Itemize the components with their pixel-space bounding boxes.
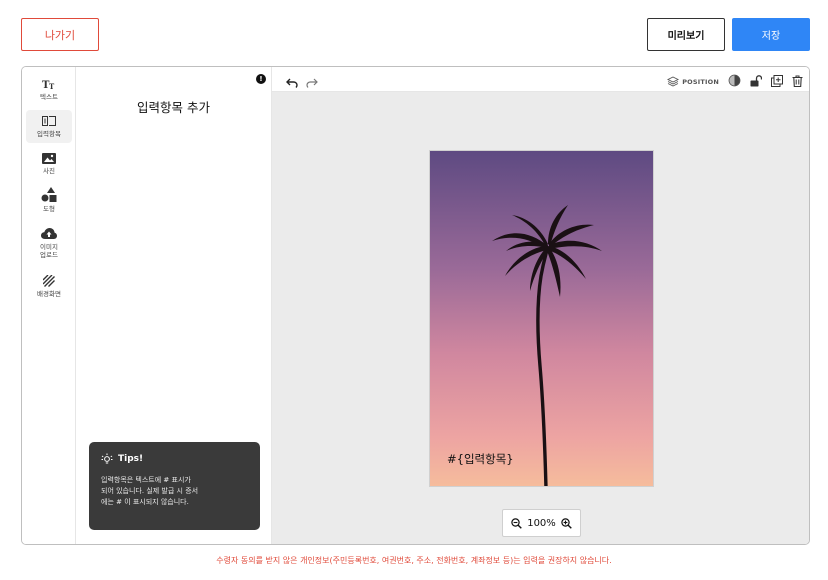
layers-icon xyxy=(667,76,680,87)
unlock-icon[interactable] xyxy=(750,72,763,91)
tips-title: Tips! xyxy=(118,454,144,464)
tool-sidebar: TT 텍스트 입력항목 사진 도형 이미지 업로드 배경화면 xyxy=(22,67,76,544)
tool-image-upload-label: 이미지 업로드 xyxy=(40,243,58,259)
save-button[interactable]: 저장 xyxy=(732,18,810,51)
text-icon: TT xyxy=(42,77,56,91)
tool-shapes-label: 도형 xyxy=(43,205,55,213)
tool-input-field-label: 입력항목 xyxy=(37,130,61,138)
undo-icon[interactable] xyxy=(286,73,298,92)
tool-image[interactable]: 사진 xyxy=(26,151,72,179)
tips-box: Tips! 입력항목은 텍스트에 # 표시가 되어 있습니다. 실제 발급 시 … xyxy=(89,442,260,530)
trash-icon[interactable] xyxy=(792,72,803,91)
svg-text:T: T xyxy=(49,82,55,90)
zoom-in-icon[interactable] xyxy=(561,517,572,529)
zoom-value: 100% xyxy=(527,517,556,529)
position-button[interactable]: POSITION xyxy=(667,76,719,87)
info-icon[interactable]: ! xyxy=(256,74,266,84)
image-icon xyxy=(42,151,56,165)
opacity-icon[interactable] xyxy=(728,72,741,91)
editor-frame: TT 텍스트 입력항목 사진 도형 이미지 업로드 배경화면 ! 입력항목 추가… xyxy=(21,66,810,545)
canvas-area: POSITION #{입력항목} 100% xyxy=(272,67,809,544)
canvas-toolbar: POSITION xyxy=(272,67,809,92)
tool-input-field[interactable]: 입력항목 xyxy=(26,110,72,143)
tool-text-label: 텍스트 xyxy=(40,93,58,101)
cloud-upload-icon xyxy=(41,227,57,241)
palm-tree-photo xyxy=(430,151,653,486)
position-label: POSITION xyxy=(682,77,719,86)
tool-image-upload[interactable]: 이미지 업로드 xyxy=(26,227,72,263)
tool-background[interactable]: 배경화면 xyxy=(26,274,72,302)
shapes-icon xyxy=(41,187,57,203)
exit-button[interactable]: 나가기 xyxy=(21,18,99,51)
lightbulb-icon xyxy=(101,453,113,465)
tool-image-label: 사진 xyxy=(43,167,55,175)
tool-background-label: 배경화면 xyxy=(37,290,61,298)
input-field-panel: ! 입력항목 추가 Tips! 입력항목은 텍스트에 # 표시가 되어 있습니다… xyxy=(76,67,272,544)
privacy-notice: 수령자 동의를 받지 않은 개인정보(주민등록번호, 여권번호, 주소, 전화번… xyxy=(216,556,612,565)
duplicate-icon[interactable] xyxy=(771,72,783,91)
redo-icon[interactable] xyxy=(306,73,318,92)
background-pattern-icon xyxy=(43,274,55,288)
tips-body: 입력항목은 텍스트에 # 표시가 되어 있습니다. 실제 발급 시 증서 에는 … xyxy=(101,476,199,506)
panel-title: 입력항목 추가 xyxy=(137,100,210,115)
zoom-out-icon[interactable] xyxy=(511,517,522,529)
input-field-placeholder-text[interactable]: #{입력항목} xyxy=(447,451,514,467)
zoom-control: 100% xyxy=(502,509,581,537)
tool-text[interactable]: TT 텍스트 xyxy=(26,77,72,107)
preview-button[interactable]: 미리보기 xyxy=(647,18,725,51)
input-field-icon xyxy=(42,114,56,128)
tool-shapes[interactable]: 도형 xyxy=(26,187,72,217)
certificate-image[interactable]: #{입력항목} xyxy=(429,150,654,487)
